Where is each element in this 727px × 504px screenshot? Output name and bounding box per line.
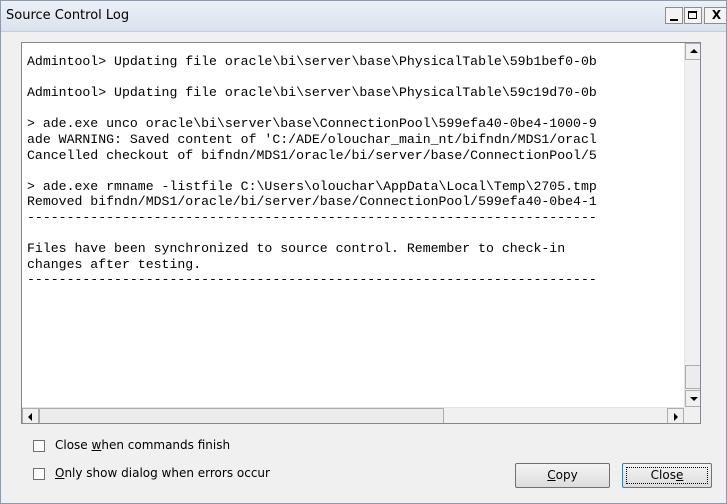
scroll-left-button[interactable] <box>22 408 39 423</box>
log-line: > ade.exe rmname -listfile C:\Users\olou… <box>27 178 597 194</box>
copy-button[interactable]: Copy <box>515 463 610 488</box>
log-line: Admintool> Updating file oracle\bi\serve… <box>27 54 597 69</box>
log-line: Files have been synchronized to source c… <box>27 241 566 257</box>
close-when-finish-label[interactable]: Close when commands finish <box>55 438 230 452</box>
scroll-right-button[interactable] <box>667 408 684 423</box>
only-show-errors-checkbox[interactable] <box>33 468 45 480</box>
scroll-down-button[interactable] <box>685 390 700 407</box>
arrow-left-icon <box>28 413 32 421</box>
minimize-icon <box>670 19 678 21</box>
log-line: ----------------------------------------… <box>27 209 597 225</box>
log-line: Removed bifndn/MDS1/oracle/bi/server/bas… <box>27 194 597 210</box>
scroll-up-button[interactable] <box>685 43 700 60</box>
maximize-button[interactable] <box>684 7 702 24</box>
title-bar[interactable]: Source Control Log X <box>1 1 726 32</box>
log-line: ----------------------------------------… <box>27 272 597 288</box>
log-line: > ade.exe unco oracle\bi\server\base\Con… <box>27 116 597 132</box>
maximize-icon <box>688 11 697 19</box>
horizontal-scrollbar[interactable] <box>22 407 684 423</box>
minimize-button[interactable] <box>665 7 683 24</box>
arrow-down-icon <box>690 397 698 401</box>
log-line: changes after testing. <box>27 256 202 272</box>
log-output-area[interactable]: Admintool> Updating file oracle\bi\serve… <box>21 42 701 424</box>
close-button[interactable]: Close <box>622 463 712 488</box>
window-title: Source Control Log <box>6 8 130 23</box>
arrow-right-icon <box>674 413 678 421</box>
arrow-up-icon <box>690 49 698 53</box>
vertical-scroll-thumb[interactable] <box>685 365 700 389</box>
close-window-button[interactable]: X <box>704 7 726 24</box>
source-control-log-window: Source Control Log X Admintool> Updating… <box>0 0 727 504</box>
only-show-errors-label[interactable]: Only show dialog when errors occur <box>55 466 270 480</box>
log-text[interactable]: Admintool> Updating file oracle\bi\serve… <box>27 54 683 403</box>
log-line: ade WARNING: Saved content of 'C:/ADE/ol… <box>27 131 597 147</box>
close-when-finish-checkbox[interactable] <box>33 440 45 452</box>
scrollbar-corner <box>684 407 700 423</box>
vertical-scrollbar[interactable] <box>684 43 700 407</box>
log-line: Admintool> Updating file oracle\bi\serve… <box>27 85 597 101</box>
close-icon: X <box>711 8 722 22</box>
horizontal-scroll-thumb[interactable] <box>39 408 444 423</box>
log-line: Cancelled checkout of bifndn/MDS1/oracle… <box>27 147 597 163</box>
